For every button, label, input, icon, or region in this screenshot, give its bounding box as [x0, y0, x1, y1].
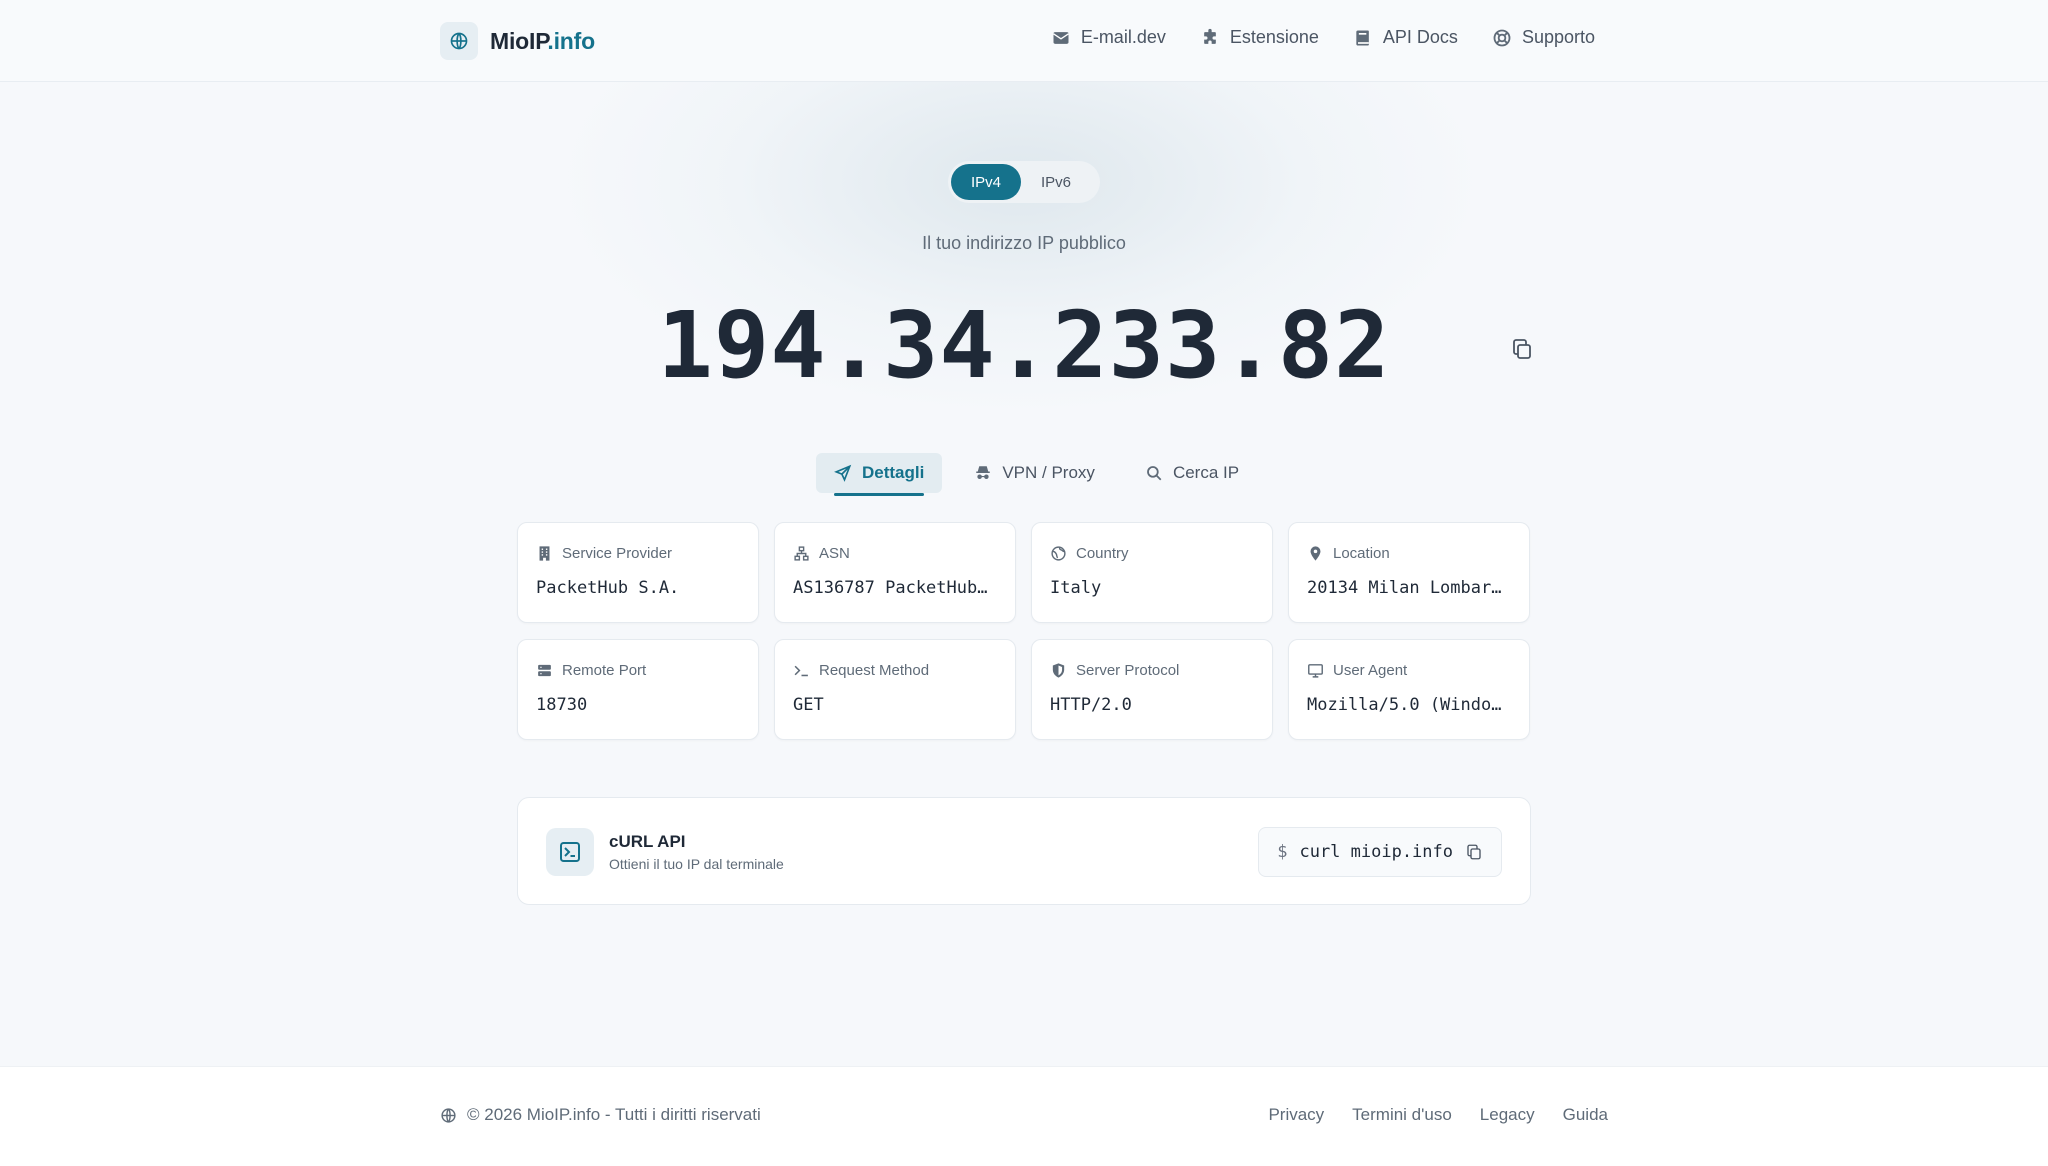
copy-icon	[1513, 339, 1531, 359]
curl-command: curl mioip.info	[1299, 842, 1453, 862]
nav-api-docs[interactable]: API Docs	[1353, 27, 1458, 48]
tab-vpn-proxy[interactable]: VPN / Proxy	[956, 453, 1113, 493]
nav-supporto-label: Supporto	[1521, 27, 1595, 47]
curl-title: cURL API	[609, 832, 686, 851]
nav-email-dev[interactable]: E-mail.dev	[1051, 27, 1166, 48]
ip-version-toggle: IPv4 IPv6	[948, 161, 1100, 203]
card-value: 18730	[536, 695, 588, 715]
details-grid: Service Provider PacketHub S.A. ASN AS13…	[517, 522, 1531, 740]
globe-logo-icon	[440, 22, 478, 60]
copyright-text: © 2026 MioIP.info - Tutti i diritti rise…	[467, 1105, 761, 1124]
tab-cerca-ip-label: Cerca IP	[1172, 463, 1240, 482]
shield-icon	[1052, 663, 1065, 678]
card-country[interactable]: Country Italy	[1031, 522, 1273, 623]
card-remote-port[interactable]: Remote Port 18730	[517, 639, 759, 740]
puzzle-icon	[1204, 28, 1216, 44]
curl-api-panel: cURL API Ottieni il tuo IP dal terminale…	[517, 797, 1531, 905]
incognito-icon	[976, 466, 991, 479]
toggle-ipv6[interactable]: IPv6	[1021, 164, 1091, 200]
card-label: Request Method	[819, 662, 930, 679]
card-user-agent[interactable]: User Agent Mozilla/5.0 (Window…	[1288, 639, 1530, 740]
curl-subtitle: Ottieni il tuo IP dal terminale	[609, 856, 784, 872]
top-header: MioIP.info E-mail.dev Estensione API Doc…	[0, 0, 2048, 82]
card-value: GET	[793, 695, 824, 715]
tab-vpn-proxy-label: VPN / Proxy	[1002, 463, 1095, 482]
search-icon	[1147, 466, 1162, 481]
card-value: 20134 Milan Lombardy	[1307, 578, 1511, 598]
card-value: AS136787 PacketHub …	[793, 578, 997, 598]
footer-link-privacy[interactable]: Privacy	[1268, 1105, 1324, 1125]
card-location[interactable]: Location 20134 Milan Lombardy	[1288, 522, 1530, 623]
top-nav: E-mail.dev Estensione API Docs Supporto	[1051, 27, 1595, 48]
ip-label: Il tuo indirizzo IP pubblico	[922, 233, 1126, 253]
copy-ip-button[interactable]	[1510, 337, 1534, 361]
card-label: User Agent	[1333, 662, 1408, 679]
server-icon	[538, 664, 551, 677]
card-value: Italy	[1050, 578, 1102, 598]
card-asn[interactable]: ASN AS136787 PacketHub …	[774, 522, 1016, 623]
card-label: ASN	[819, 545, 850, 562]
card-request-method[interactable]: Request Method GET	[774, 639, 1016, 740]
footer-copyright: © 2026 MioIP.info - Tutti i diritti rise…	[440, 1105, 761, 1125]
nav-estensione-label: Estensione	[1229, 27, 1319, 47]
terminal-prompt-icon	[794, 665, 808, 677]
tab-dettagli-label: Dettagli	[862, 463, 925, 482]
footer-links: Privacy Termini d'uso Legacy Guida	[1268, 1105, 1608, 1125]
info-tabs: Dettagli VPN / Proxy Cerca IP	[816, 453, 1257, 496]
card-service-provider[interactable]: Service Provider PacketHub S.A.	[517, 522, 759, 623]
footer-link-termini[interactable]: Termini d'uso	[1352, 1105, 1452, 1125]
tab-cerca-ip[interactable]: Cerca IP	[1127, 453, 1257, 493]
network-icon	[794, 546, 809, 561]
globe-icon	[441, 1107, 456, 1123]
send-icon	[834, 464, 852, 482]
footer: © 2026 MioIP.info - Tutti i diritti rise…	[0, 1066, 2048, 1166]
tab-dettagli[interactable]: Dettagli	[816, 453, 943, 496]
card-label: Server Protocol	[1076, 662, 1180, 679]
card-label: Service Provider	[562, 545, 673, 562]
copy-icon	[1467, 844, 1481, 860]
lifebuoy-icon	[1493, 29, 1511, 46]
curl-prompt: $	[1277, 842, 1288, 862]
footer-link-guida[interactable]: Guida	[1563, 1105, 1608, 1125]
brand-link[interactable]: MioIP.info	[440, 22, 595, 60]
card-value: PacketHub S.A.	[536, 578, 680, 598]
location-pin-icon	[1310, 546, 1321, 561]
brand-name: MioIP.info	[490, 27, 595, 54]
card-label: Country	[1076, 545, 1129, 562]
terminal-icon	[546, 828, 594, 876]
nav-email-dev-label: E-mail.dev	[1080, 27, 1166, 47]
building-icon	[539, 546, 550, 561]
card-server-protocol[interactable]: Server Protocol HTTP/2.0	[1031, 639, 1273, 740]
globe-icon	[1051, 546, 1066, 561]
book-icon	[1356, 30, 1369, 45]
card-label: Location	[1333, 545, 1390, 562]
card-value: Mozilla/5.0 (Window…	[1307, 695, 1511, 715]
nav-supporto[interactable]: Supporto	[1492, 27, 1595, 48]
nav-estensione[interactable]: Estensione	[1200, 27, 1319, 48]
curl-command-copy[interactable]: $ curl mioip.info	[1258, 827, 1502, 877]
monitor-icon	[1308, 664, 1323, 678]
toggle-ipv4[interactable]: IPv4	[951, 164, 1021, 200]
ip-address: 194.34.233.82	[657, 292, 1391, 399]
card-value: HTTP/2.0	[1050, 695, 1132, 715]
nav-api-docs-label: API Docs	[1382, 27, 1458, 47]
mail-icon	[1052, 31, 1069, 44]
card-label: Remote Port	[562, 662, 647, 679]
footer-link-legacy[interactable]: Legacy	[1480, 1105, 1535, 1125]
